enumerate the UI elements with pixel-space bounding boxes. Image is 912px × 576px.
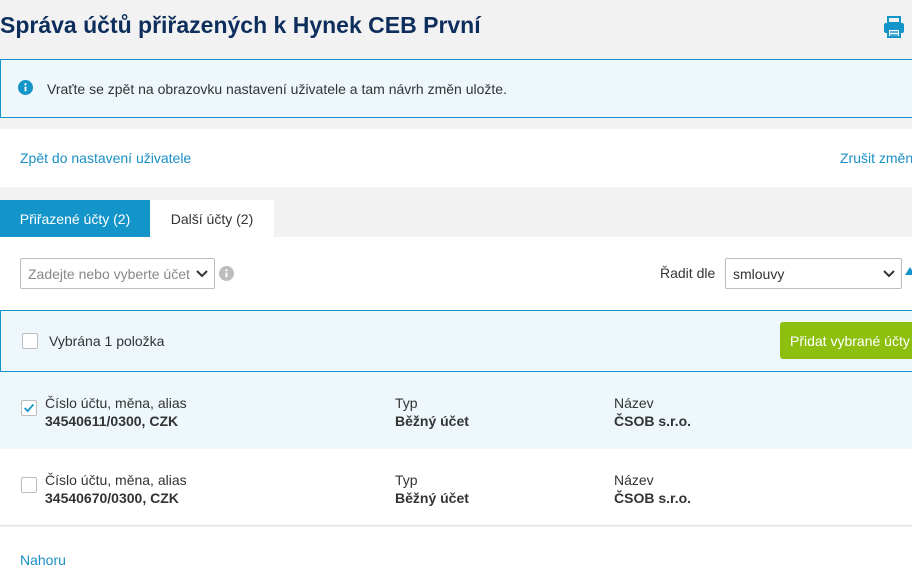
chevron-down-icon	[883, 270, 895, 278]
info-text: Vraťte se zpět na obrazovku nastavení už…	[47, 81, 507, 97]
tab-other-accounts[interactable]: Další účty (2)	[150, 200, 274, 237]
name-label: Název	[614, 395, 654, 411]
type-label: Typ	[395, 395, 418, 411]
tab-assigned-accounts[interactable]: Přiřazené účty (2)	[0, 200, 150, 237]
back-to-user-settings-link[interactable]: Zpět do nastavení uživatele	[20, 150, 191, 166]
filter-bar: Zadejte nebo vyberte účet Řadit dle smlo…	[0, 237, 912, 310]
table-row: Číslo účtu, měna, alias 34540670/0300, C…	[0, 449, 912, 526]
print-icon[interactable]	[882, 15, 906, 39]
name-cell: Název ČSOB s.r.o.	[614, 471, 691, 507]
sort-label: Řadit dle	[660, 265, 716, 281]
select-all-checkbox[interactable]	[22, 333, 38, 349]
selection-count: Vybrána 1 položka	[49, 333, 165, 349]
table-row: Číslo účtu, měna, alias 34540611/0300, C…	[0, 372, 912, 449]
account-select-placeholder: Zadejte nebo vyberte účet	[28, 265, 190, 282]
cancel-changes-link[interactable]: Zrušit změn	[840, 150, 912, 166]
account-cell: Číslo účtu, měna, alias 34540611/0300, C…	[45, 394, 187, 430]
link-bar: Zpět do nastavení uživatele Zrušit změn	[0, 129, 912, 187]
sort-select-value: smlouvy	[733, 265, 785, 282]
name-value: ČSOB s.r.o.	[614, 490, 692, 506]
type-value: Běžný účet	[395, 413, 469, 429]
check-icon	[24, 403, 35, 413]
account-number: 34540611/0300, CZK	[45, 413, 179, 429]
type-label: Typ	[395, 472, 418, 488]
help-icon[interactable]	[219, 266, 234, 281]
row-checkbox[interactable]	[21, 400, 37, 416]
footer: Nahoru	[0, 527, 912, 576]
info-icon	[18, 80, 33, 95]
add-selected-accounts-button[interactable]: Přidat vybrané účty	[780, 322, 912, 359]
row-checkbox[interactable]	[21, 477, 37, 493]
chevron-down-icon	[196, 270, 208, 278]
type-value: Běžný účet	[395, 490, 469, 506]
account-select[interactable]: Zadejte nebo vyberte účet	[20, 258, 215, 289]
account-cell: Číslo účtu, měna, alias 34540670/0300, C…	[45, 471, 187, 507]
type-cell: Typ Běžný účet	[395, 394, 469, 430]
info-message: Vraťte se zpět na obrazovku nastavení už…	[0, 59, 912, 118]
account-label: Číslo účtu, měna, alias	[45, 395, 187, 411]
sort-direction-icon[interactable]	[905, 267, 912, 275]
name-value: ČSOB s.r.o.	[614, 413, 692, 429]
back-to-top-link[interactable]: Nahoru	[20, 552, 66, 568]
account-number: 34540670/0300, CZK	[45, 490, 179, 506]
type-cell: Typ Běžný účet	[395, 471, 469, 507]
sort-select[interactable]: smlouvy	[725, 258, 902, 289]
page-title: Správa účtů přiřazených k Hynek CEB Prvn…	[0, 12, 481, 38]
name-label: Název	[614, 472, 654, 488]
selection-bar: Vybrána 1 položka Přidat vybrané účty	[0, 310, 912, 372]
name-cell: Název ČSOB s.r.o.	[614, 394, 691, 430]
account-label: Číslo účtu, měna, alias	[45, 472, 187, 488]
